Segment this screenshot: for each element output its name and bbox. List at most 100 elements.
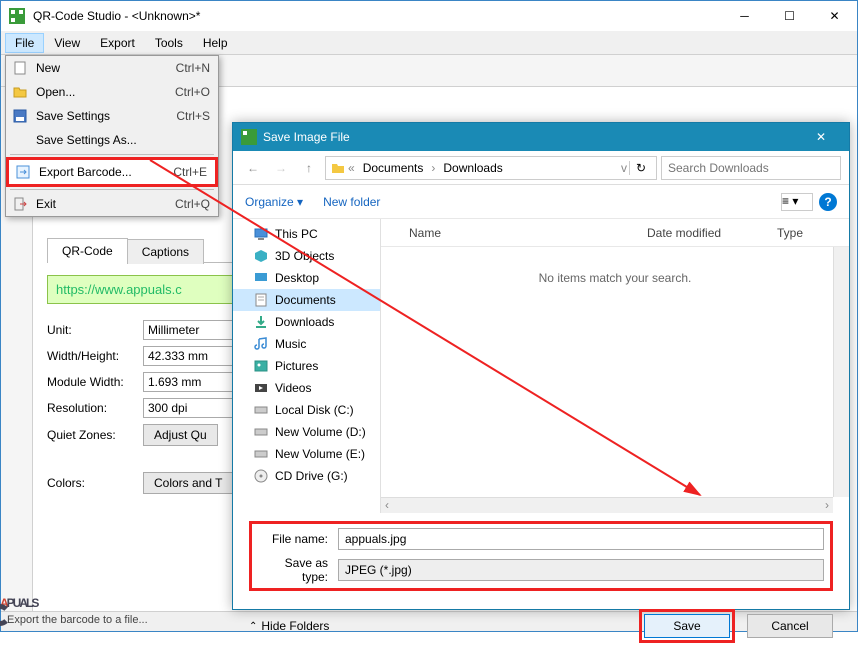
- pictures-icon: [253, 358, 269, 374]
- nav-back[interactable]: ←: [241, 156, 265, 180]
- menu-item-exit[interactable]: ExitCtrl+Q: [6, 192, 218, 216]
- cd-icon: [253, 468, 269, 484]
- tree-3d[interactable]: 3D Objects: [233, 245, 380, 267]
- menu-item-export-barcode[interactable]: Export Barcode...Ctrl+E: [6, 157, 218, 187]
- doc-icon: [253, 292, 269, 308]
- view-mode-button[interactable]: ≡ ▾: [781, 193, 813, 211]
- exit-icon: [12, 196, 28, 212]
- menu-item-save[interactable]: Save SettingsCtrl+S: [6, 104, 218, 128]
- maximize-button[interactable]: ☐: [767, 1, 812, 31]
- dialog-footer: ⌃Hide Folders Save Cancel: [233, 599, 849, 653]
- tree-desktop[interactable]: Desktop: [233, 267, 380, 289]
- music-icon: [253, 336, 269, 352]
- filename-label: File name:: [258, 532, 338, 546]
- tree-disk-e[interactable]: New Volume (E:): [233, 443, 380, 465]
- download-icon: [253, 314, 269, 330]
- list-header: Name Date modified Type: [381, 219, 849, 247]
- menu-item-new[interactable]: NewCtrl+N: [6, 56, 218, 80]
- menu-file[interactable]: File: [5, 33, 44, 53]
- tree-downloads[interactable]: Downloads: [233, 311, 380, 333]
- open-icon: [12, 84, 28, 100]
- qz-label: Quiet Zones:: [47, 428, 143, 442]
- tab-captions[interactable]: Captions: [127, 239, 204, 264]
- menu-tools[interactable]: Tools: [145, 33, 193, 53]
- watermark: APUALS: [0, 578, 37, 616]
- adjust-qz-button[interactable]: Adjust Qu: [143, 424, 218, 446]
- desktop-icon: [253, 270, 269, 286]
- menu-help[interactable]: Help: [193, 33, 238, 53]
- colors-label: Colors:: [47, 476, 143, 490]
- newfolder-button[interactable]: New folder: [323, 195, 380, 209]
- file-input-area: File name: Save as type: JPEG (*.jpg): [233, 513, 849, 599]
- cube-icon: [253, 248, 269, 264]
- search-input[interactable]: [661, 156, 841, 180]
- organize-button[interactable]: Organize ▾: [245, 195, 303, 209]
- nav-up[interactable]: ↑: [297, 156, 321, 180]
- window-title: QR-Code Studio - <Unknown>*: [33, 9, 722, 23]
- hide-folders-toggle[interactable]: ⌃Hide Folders: [249, 619, 329, 633]
- col-name[interactable]: Name: [409, 226, 647, 240]
- saveas-select[interactable]: JPEG (*.jpg): [338, 559, 824, 581]
- disk-icon: [253, 424, 269, 440]
- menu-export[interactable]: Export: [90, 33, 145, 53]
- videos-icon: [253, 380, 269, 396]
- bc-documents[interactable]: Documents: [357, 161, 430, 175]
- res-label: Resolution:: [47, 401, 143, 415]
- tree-thispc[interactable]: This PC: [233, 223, 380, 245]
- menu-item-saveas[interactable]: Save Settings As...: [6, 128, 218, 152]
- menu-view[interactable]: View: [44, 33, 90, 53]
- nav-forward[interactable]: →: [269, 156, 293, 180]
- export-icon: [15, 164, 31, 180]
- minimize-button[interactable]: ─: [722, 1, 767, 31]
- save-dialog: Save Image File ✕ ← → ↑ « Documents › Do…: [232, 122, 850, 610]
- menubar: File View Export Tools Help: [1, 31, 857, 55]
- tree-pictures[interactable]: Pictures: [233, 355, 380, 377]
- file-list: Name Date modified Type No items match y…: [381, 219, 849, 513]
- close-button[interactable]: ✕: [812, 1, 857, 31]
- v-scrollbar[interactable]: [833, 247, 849, 497]
- h-scrollbar[interactable]: ‹›: [381, 497, 833, 513]
- save-icon: [12, 108, 28, 124]
- url-display[interactable]: https://www.appuals.c: [47, 275, 237, 304]
- col-type[interactable]: Type: [777, 226, 837, 240]
- titlebar: QR-Code Studio - <Unknown>* ─ ☐ ✕: [1, 1, 857, 31]
- dialog-toolbar: Organize ▾ New folder ≡ ▾ ?: [233, 185, 849, 219]
- filename-input[interactable]: [338, 528, 824, 550]
- help-icon[interactable]: ?: [819, 193, 837, 211]
- tab-qrcode[interactable]: QR-Code: [47, 238, 128, 263]
- dialog-nav: ← → ↑ « Documents › Downloads v ↻: [233, 151, 849, 185]
- folder-tree: This PC 3D Objects Desktop Documents Dow…: [233, 219, 381, 513]
- dialog-titlebar: Save Image File ✕: [233, 123, 849, 151]
- filename-highlight: File name: Save as type: JPEG (*.jpg): [249, 521, 833, 591]
- wh-label: Width/Height:: [47, 349, 143, 363]
- new-icon: [12, 60, 28, 76]
- col-date[interactable]: Date modified: [647, 226, 777, 240]
- menu-separator: [10, 189, 214, 190]
- dialog-close-button[interactable]: ✕: [801, 130, 841, 144]
- folder-icon: [330, 160, 346, 176]
- menu-separator: [10, 154, 214, 155]
- tree-music[interactable]: Music: [233, 333, 380, 355]
- app-icon: [9, 8, 25, 24]
- breadcrumb[interactable]: « Documents › Downloads v ↻: [325, 156, 657, 180]
- save-highlight: Save: [639, 609, 735, 643]
- disk-icon: [253, 446, 269, 462]
- bc-downloads[interactable]: Downloads: [437, 161, 508, 175]
- save-button[interactable]: Save: [644, 614, 730, 638]
- unit-label: Unit:: [47, 323, 143, 337]
- dialog-title: Save Image File: [263, 130, 801, 144]
- cancel-button[interactable]: Cancel: [747, 614, 833, 638]
- tree-disk-d[interactable]: New Volume (D:): [233, 421, 380, 443]
- tree-cd[interactable]: CD Drive (G:): [233, 465, 380, 487]
- dialog-body: This PC 3D Objects Desktop Documents Dow…: [233, 219, 849, 513]
- dialog-icon: [241, 129, 257, 145]
- empty-message: No items match your search.: [381, 271, 849, 285]
- tree-videos[interactable]: Videos: [233, 377, 380, 399]
- mw-label: Module Width:: [47, 375, 143, 389]
- disk-icon: [253, 402, 269, 418]
- pc-icon: [253, 226, 269, 242]
- menu-item-open[interactable]: Open...Ctrl+O: [6, 80, 218, 104]
- tree-disk-c[interactable]: Local Disk (C:): [233, 399, 380, 421]
- colors-button[interactable]: Colors and T: [143, 472, 233, 494]
- tree-documents[interactable]: Documents: [233, 289, 380, 311]
